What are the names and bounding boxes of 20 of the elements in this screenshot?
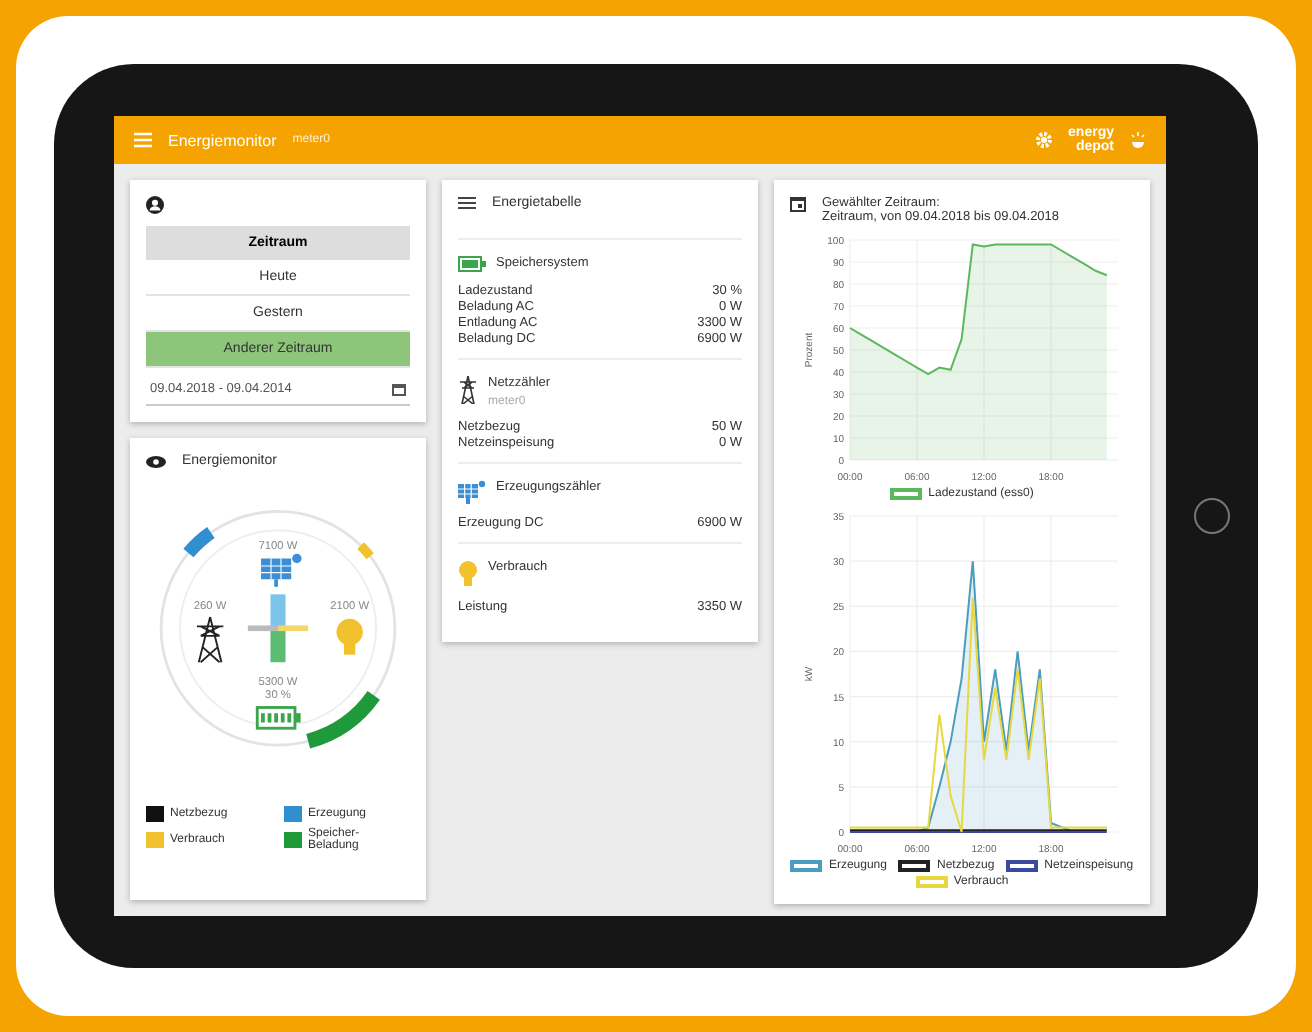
pylon-icon bbox=[195, 616, 225, 664]
battery-icon bbox=[458, 256, 486, 272]
consumption-arc bbox=[357, 542, 374, 560]
calendar-icon[interactable] bbox=[392, 382, 406, 396]
production-arc bbox=[183, 527, 215, 558]
solar-panel-icon bbox=[458, 480, 486, 504]
light-bulb-icon bbox=[458, 560, 478, 588]
flow-cross-drawing bbox=[247, 594, 309, 663]
user-icon bbox=[146, 196, 164, 214]
solar-panel-icon bbox=[260, 553, 302, 587]
pylon-icon bbox=[458, 376, 478, 404]
list-icon bbox=[458, 196, 476, 210]
eye-icon bbox=[146, 455, 166, 467]
storage-arc bbox=[305, 690, 380, 749]
light-bulb-icon bbox=[336, 618, 363, 655]
calendar-icon bbox=[790, 196, 806, 212]
battery-icon bbox=[255, 706, 301, 730]
home-button[interactable] bbox=[1194, 498, 1230, 534]
sun-icon bbox=[1130, 132, 1146, 148]
app-title: Energiemonitor bbox=[168, 131, 277, 149]
